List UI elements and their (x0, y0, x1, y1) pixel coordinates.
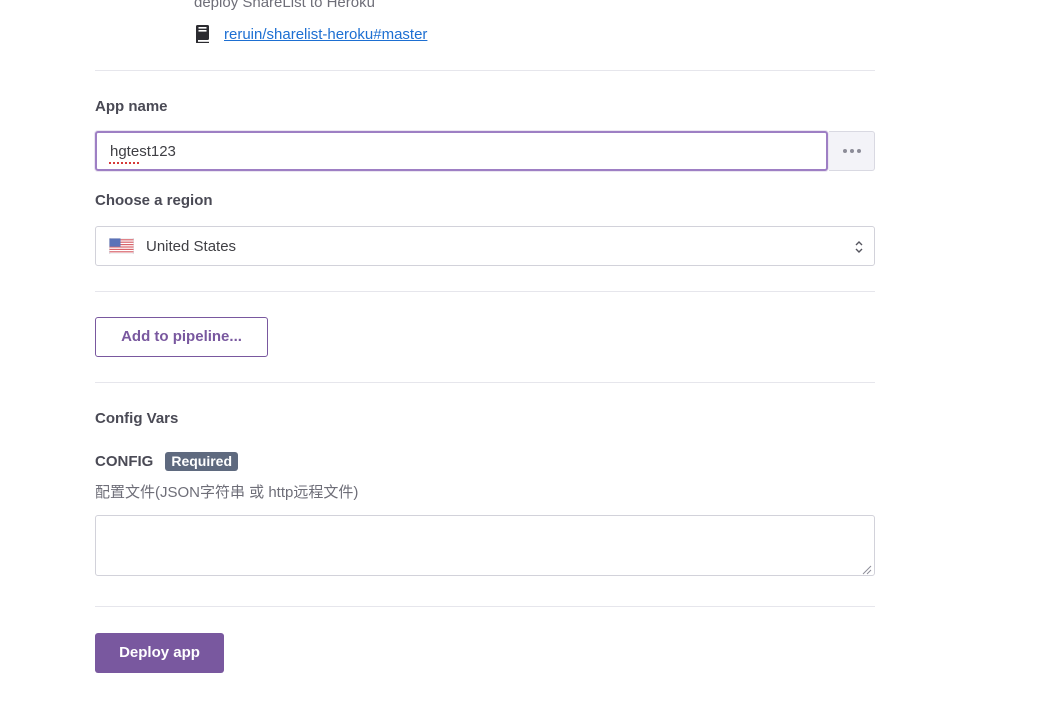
spellcheck-underline (108, 162, 140, 165)
config-var-name: CONFIG (95, 453, 154, 470)
divider (95, 382, 875, 383)
updown-chevron-icon (854, 240, 864, 254)
ellipsis-icon (842, 149, 861, 153)
divider (95, 291, 875, 292)
region-select[interactable]: United States (95, 226, 875, 266)
resize-handle-icon[interactable] (861, 562, 872, 575)
divider (95, 606, 875, 607)
required-badge: Required (165, 452, 239, 471)
repo-row: reruin/sharelist-heroku#master (194, 24, 427, 44)
region-value: United States (146, 237, 237, 255)
app-name-options-button[interactable] (829, 131, 875, 171)
config-var-description: 配置文件(JSON字符串 或 http远程文件) (95, 484, 359, 501)
app-name-label: App name (95, 98, 168, 115)
app-description: deploy ShareList to Heroku (194, 0, 375, 11)
config-textarea[interactable] (95, 515, 875, 576)
repo-link[interactable]: reruin/sharelist-heroku#master (224, 26, 427, 43)
config-vars-heading: Config Vars (95, 410, 179, 427)
book-icon (194, 24, 212, 44)
us-flag-icon (108, 237, 135, 255)
divider (95, 70, 875, 71)
region-label: Choose a region (95, 192, 213, 209)
deploy-app-button[interactable]: Deploy app (95, 633, 224, 673)
deploy-form: deploy ShareList to Heroku reruin/sharel… (0, 0, 1047, 710)
config-var-row: CONFIG Required (95, 452, 239, 471)
app-name-input[interactable] (95, 131, 828, 171)
add-to-pipeline-button[interactable]: Add to pipeline... (95, 317, 268, 357)
